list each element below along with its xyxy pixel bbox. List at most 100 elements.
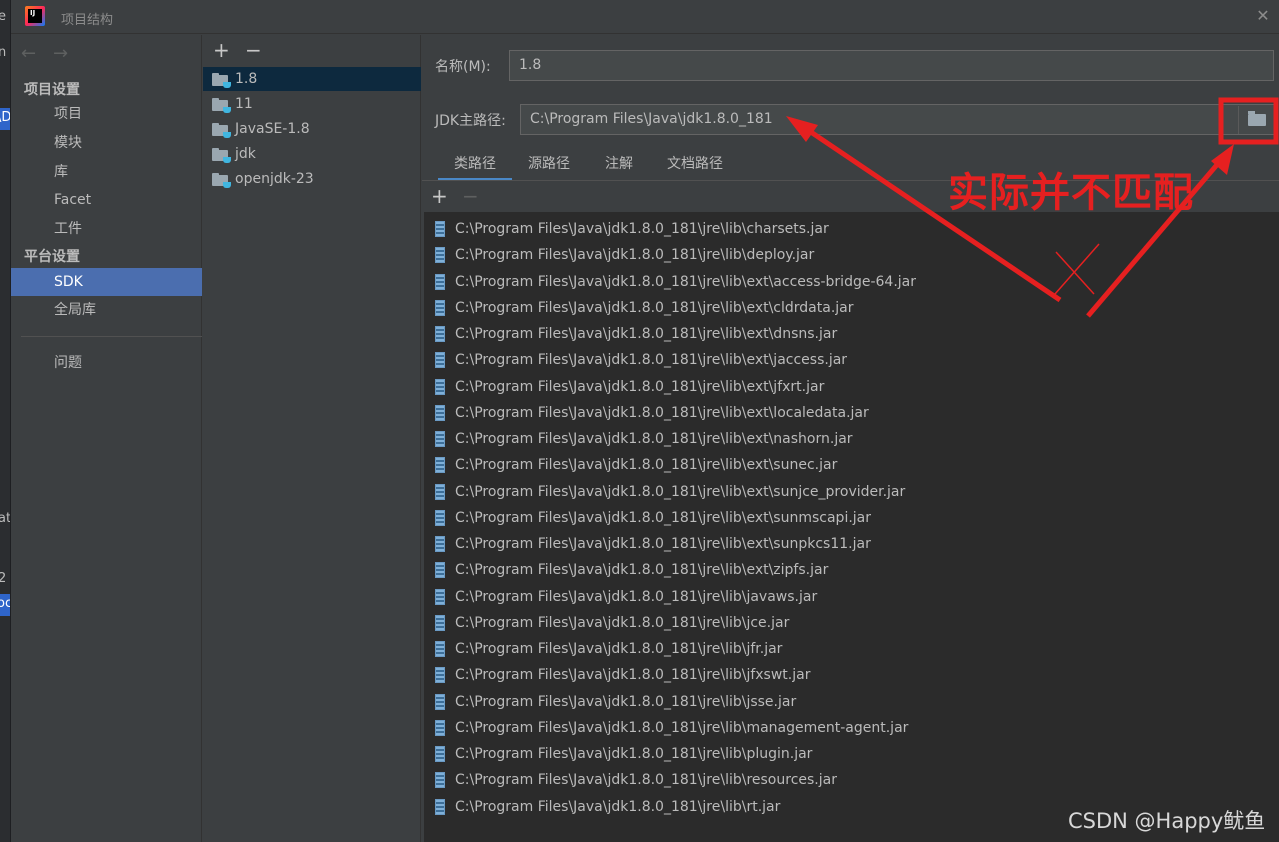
sdk-item[interactable]: JavaSE-1.8 bbox=[203, 117, 421, 141]
tab-sourcepath[interactable]: 源路径 bbox=[518, 148, 580, 181]
classpath-text: C:\Program Files\Java\jdk1.8.0_181\jre\l… bbox=[455, 247, 815, 264]
nav-item-facet[interactable]: Facet bbox=[11, 186, 202, 214]
name-label: 名称(M): bbox=[435, 59, 491, 75]
jar-file-icon bbox=[435, 299, 445, 316]
nav-divider bbox=[21, 336, 202, 337]
sdk-list-panel: + − 1.8 11 JavaSE-1.8 jdk openjdk-23 bbox=[203, 35, 421, 842]
classpath-row[interactable]: C:\Program Files\Java\jdk1.8.0_181\jre\l… bbox=[424, 557, 1279, 583]
sdk-item[interactable]: openjdk-23 bbox=[203, 167, 421, 191]
jdk-home-label: JDK主路径: bbox=[435, 113, 506, 129]
intellij-logo-icon: IJ bbox=[25, 6, 45, 26]
sdk-item[interactable]: 11 bbox=[203, 92, 421, 116]
jar-file-icon bbox=[435, 693, 445, 710]
jar-file-icon bbox=[435, 247, 445, 264]
edge-text: e bbox=[0, 9, 6, 24]
tab-classpath[interactable]: 类路径 bbox=[438, 148, 512, 181]
jdk-folder-icon bbox=[212, 98, 231, 113]
background-window-edge: e n \D ati 2 oc bbox=[0, 0, 11, 842]
jar-file-icon bbox=[435, 483, 445, 500]
classpath-text: C:\Program Files\Java\jdk1.8.0_181\jre\l… bbox=[455, 693, 797, 710]
classpath-text: C:\Program Files\Java\jdk1.8.0_181\jre\l… bbox=[455, 404, 869, 421]
classpath-text: C:\Program Files\Java\jdk1.8.0_181\jre\l… bbox=[455, 299, 854, 316]
jar-file-icon bbox=[435, 509, 445, 526]
close-button[interactable]: ✕ bbox=[1253, 6, 1273, 26]
classpath-row[interactable]: C:\Program Files\Java\jdk1.8.0_181\jre\l… bbox=[424, 452, 1279, 478]
watermark: CSDN @Happy鱿鱼 bbox=[1068, 809, 1266, 833]
jar-file-icon bbox=[435, 536, 445, 552]
jar-file-icon bbox=[435, 273, 445, 290]
settings-nav: ← → 项目设置 项目 模块 库 Facet 工件 平台设置 SDK 全局库 问… bbox=[11, 35, 202, 842]
classpath-text: C:\Program Files\Java\jdk1.8.0_181\jre\l… bbox=[455, 772, 837, 789]
classpath-row[interactable]: C:\Program Files\Java\jdk1.8.0_181\jre\l… bbox=[424, 636, 1279, 662]
classpath-text: C:\Program Files\Java\jdk1.8.0_181\jre\l… bbox=[455, 719, 909, 736]
tab-annotations[interactable]: 注解 bbox=[594, 148, 644, 181]
tab-documentation-paths[interactable]: 文档路径 bbox=[658, 148, 732, 181]
nav-item-libraries[interactable]: 库 bbox=[11, 158, 202, 186]
remove-path-button[interactable]: − bbox=[462, 185, 479, 207]
platform-settings-header: 平台设置 bbox=[24, 249, 80, 265]
classpath-text: C:\Program Files\Java\jdk1.8.0_181\jre\l… bbox=[455, 378, 825, 395]
classpath-row[interactable]: C:\Program Files\Java\jdk1.8.0_181\jre\l… bbox=[424, 741, 1279, 767]
nav-item-modules[interactable]: 模块 bbox=[11, 129, 202, 157]
classpath-row[interactable]: C:\Program Files\Java\jdk1.8.0_181\jre\l… bbox=[424, 347, 1279, 373]
classpath-row[interactable]: C:\Program Files\Java\jdk1.8.0_181\jre\l… bbox=[424, 767, 1279, 793]
sdk-item[interactable]: 1.8 bbox=[203, 67, 421, 91]
classpath-row[interactable]: C:\Program Files\Java\jdk1.8.0_181\jre\l… bbox=[424, 479, 1279, 505]
classpath-row[interactable]: C:\Program Files\Java\jdk1.8.0_181\jre\l… bbox=[424, 269, 1279, 295]
classpath-text: C:\Program Files\Java\jdk1.8.0_181\jre\l… bbox=[455, 562, 829, 579]
classpath-row[interactable]: C:\Program Files\Java\jdk1.8.0_181\jre\l… bbox=[424, 715, 1279, 741]
nav-item-artifacts[interactable]: 工件 bbox=[11, 215, 202, 243]
remove-sdk-button[interactable]: − bbox=[245, 39, 262, 61]
classpath-text: C:\Program Files\Java\jdk1.8.0_181\jre\l… bbox=[455, 536, 871, 552]
classpath-row[interactable]: C:\Program Files\Java\jdk1.8.0_181\jre\l… bbox=[424, 584, 1279, 610]
classpath-text: C:\Program Files\Java\jdk1.8.0_181\jre\l… bbox=[455, 588, 818, 605]
jar-file-icon bbox=[435, 352, 445, 369]
classpath-list: C:\Program Files\Java\jdk1.8.0_181\jre\l… bbox=[424, 212, 1279, 842]
jar-file-icon bbox=[435, 641, 445, 657]
add-path-button[interactable]: + bbox=[431, 185, 448, 207]
sdk-item[interactable]: jdk bbox=[203, 142, 421, 166]
classpath-text: C:\Program Files\Java\jdk1.8.0_181\jre\l… bbox=[455, 326, 838, 342]
classpath-text: C:\Program Files\Java\jdk1.8.0_181\jre\l… bbox=[455, 273, 916, 290]
name-field[interactable]: 1.8 bbox=[509, 50, 1274, 81]
edge-text: n bbox=[0, 45, 6, 60]
edge-text: 2 bbox=[0, 571, 6, 586]
nav-item-global-libraries[interactable]: 全局库 bbox=[11, 296, 202, 324]
classpath-text: C:\Program Files\Java\jdk1.8.0_181\jre\l… bbox=[455, 221, 829, 237]
classpath-row[interactable]: C:\Program Files\Java\jdk1.8.0_181\jre\l… bbox=[424, 321, 1279, 347]
jar-file-icon bbox=[435, 404, 445, 421]
classpath-text: C:\Program Files\Java\jdk1.8.0_181\jre\l… bbox=[455, 457, 838, 474]
edge-text: ati bbox=[0, 511, 11, 526]
classpath-row[interactable]: C:\Program Files\Java\jdk1.8.0_181\jre\l… bbox=[424, 689, 1279, 715]
classpath-text: C:\Program Files\Java\jdk1.8.0_181\jre\l… bbox=[455, 509, 872, 526]
folder-open-icon bbox=[1248, 111, 1266, 126]
nav-item-problems[interactable]: 问题 bbox=[11, 349, 202, 377]
classpath-text: C:\Program Files\Java\jdk1.8.0_181\jre\l… bbox=[455, 746, 813, 762]
browse-folder-button[interactable] bbox=[1238, 106, 1272, 134]
arrow-right-icon[interactable]: → bbox=[53, 43, 68, 64]
classpath-row[interactable]: C:\Program Files\Java\jdk1.8.0_181\jre\l… bbox=[424, 610, 1279, 636]
project-settings-header: 项目设置 bbox=[24, 82, 80, 98]
jdk-folder-icon bbox=[212, 173, 231, 188]
add-sdk-button[interactable]: + bbox=[213, 39, 230, 61]
classpath-row[interactable]: C:\Program Files\Java\jdk1.8.0_181\jre\l… bbox=[424, 374, 1279, 400]
jar-file-icon bbox=[435, 798, 445, 815]
jar-file-icon bbox=[435, 614, 445, 631]
classpath-row[interactable]: C:\Program Files\Java\jdk1.8.0_181\jre\l… bbox=[424, 426, 1279, 452]
classpath-row[interactable]: C:\Program Files\Java\jdk1.8.0_181\jre\l… bbox=[424, 505, 1279, 531]
jdk-home-path-field[interactable]: C:\Program Files\Java\jdk1.8.0_181 bbox=[520, 104, 1275, 135]
sdk-detail-panel: 名称(M): 1.8 JDK主路径: C:\Program Files\Java… bbox=[422, 35, 1279, 842]
classpath-row[interactable]: C:\Program Files\Java\jdk1.8.0_181\jre\l… bbox=[424, 216, 1279, 242]
classpath-row[interactable]: C:\Program Files\Java\jdk1.8.0_181\jre\l… bbox=[424, 295, 1279, 321]
classpath-row[interactable]: C:\Program Files\Java\jdk1.8.0_181\jre\l… bbox=[424, 242, 1279, 268]
classpath-row[interactable]: C:\Program Files\Java\jdk1.8.0_181\jre\l… bbox=[424, 400, 1279, 426]
arrow-left-icon[interactable]: ← bbox=[21, 43, 36, 64]
nav-item-sdk[interactable]: SDK bbox=[11, 268, 202, 296]
nav-item-project[interactable]: 项目 bbox=[11, 100, 202, 128]
jdk-folder-icon bbox=[212, 73, 231, 88]
jdk-home-path-value: C:\Program Files\Java\jdk1.8.0_181 bbox=[530, 111, 773, 127]
classpath-row[interactable]: C:\Program Files\Java\jdk1.8.0_181\jre\l… bbox=[424, 662, 1279, 688]
window-title: 项目结构 bbox=[61, 13, 114, 28]
classpath-text: C:\Program Files\Java\jdk1.8.0_181\jre\l… bbox=[455, 352, 848, 369]
classpath-row[interactable]: C:\Program Files\Java\jdk1.8.0_181\jre\l… bbox=[424, 531, 1279, 557]
